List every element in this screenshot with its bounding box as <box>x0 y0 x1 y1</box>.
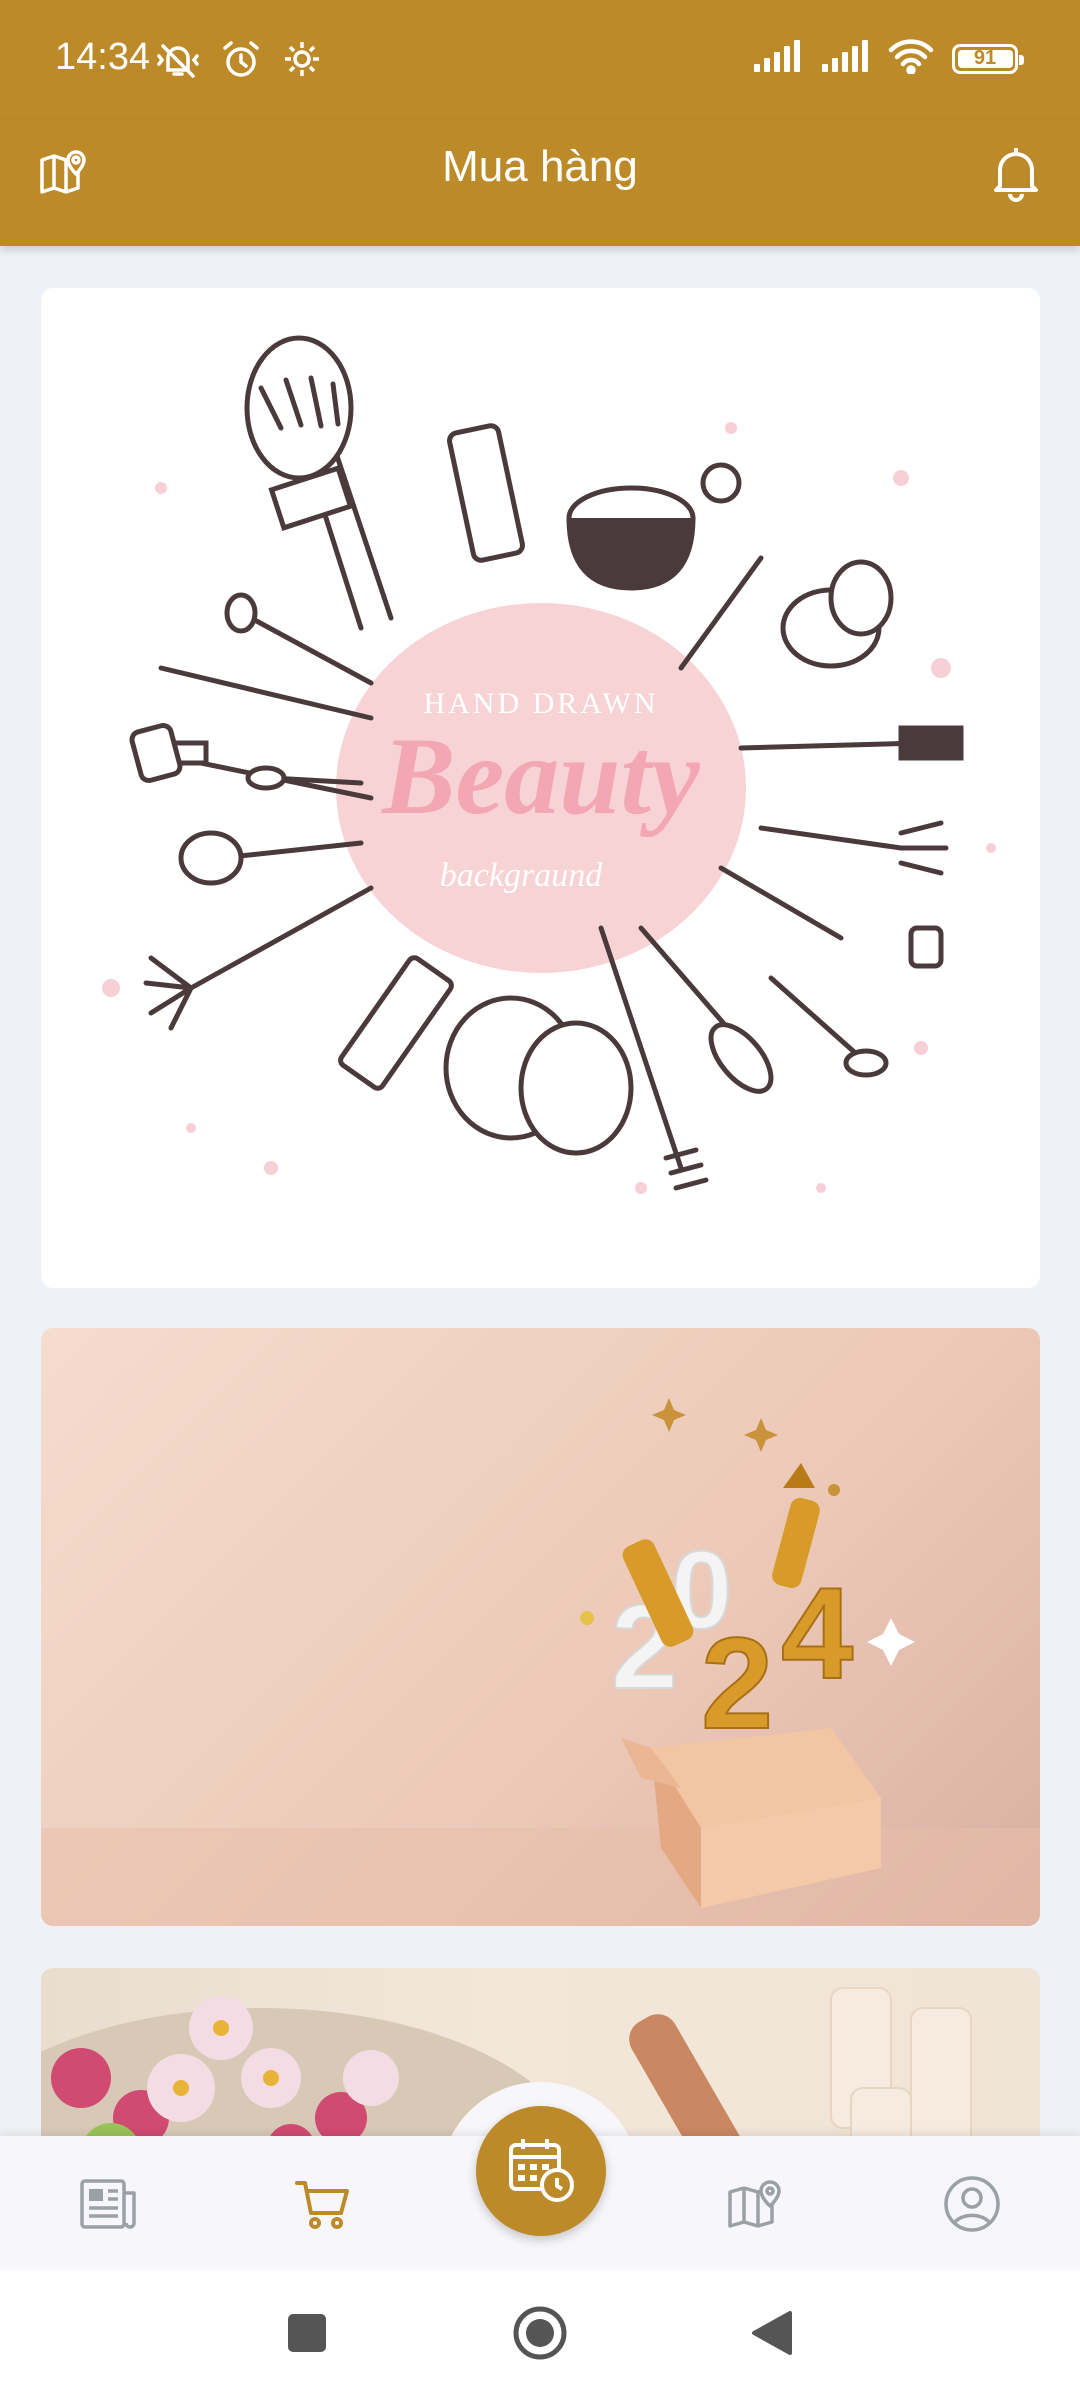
banner-new-year-2024[interactable]: 2 0 2 4 <box>41 1328 1040 1926</box>
new-year-illustration: 2 0 2 4 <box>41 1398 1040 1926</box>
signal-1-icon <box>752 40 802 77</box>
banner-beauty[interactable]: HAND DRAWN Beauty backgraund <box>41 288 1040 1288</box>
map-pin-icon <box>726 2176 786 2237</box>
page-title: Mua hàng <box>442 142 638 191</box>
digit-2-second: 2 <box>701 1610 773 1756</box>
nav-news[interactable] <box>68 2166 148 2246</box>
square-icon <box>286 2312 328 2359</box>
system-navigation <box>0 2270 1080 2400</box>
calendar-clock-icon <box>505 2133 577 2210</box>
status-time: 14:34 <box>55 36 151 78</box>
profile-icon <box>942 2174 1002 2239</box>
home-circle-icon <box>511 2304 569 2367</box>
nav-profile[interactable] <box>932 2166 1012 2246</box>
notifications-button[interactable] <box>980 138 1052 210</box>
nav-shopping[interactable] <box>283 2166 363 2246</box>
signal-2-icon <box>820 40 870 77</box>
battery-icon: 91 <box>952 43 1024 74</box>
beauty-title-text: Beauty <box>380 715 701 837</box>
recents-button[interactable] <box>272 2300 342 2370</box>
alarm-icon <box>219 38 263 89</box>
schedule-fab-button[interactable] <box>476 2106 606 2236</box>
back-triangle-icon <box>750 2309 794 2362</box>
content-feed: HAND DRAWN Beauty backgraund 2 0 2 4 <box>0 246 1080 2136</box>
bell-icon <box>988 142 1044 207</box>
beauty-illustration: HAND DRAWN Beauty backgraund <box>102 335 996 1194</box>
settings-gear-icon <box>281 38 323 89</box>
news-icon <box>78 2177 138 2236</box>
battery-level: 91 <box>973 47 997 69</box>
home-button[interactable] <box>505 2300 575 2370</box>
status-bar: 14:34 91 <box>0 0 1080 120</box>
wifi-icon <box>888 38 934 79</box>
nav-map[interactable] <box>716 2166 796 2246</box>
cart-icon <box>293 2177 353 2236</box>
beauty-script-text: backgraund <box>440 857 603 894</box>
app-bar: Mua hàng <box>0 120 1080 246</box>
mute-vibrate-icon <box>155 38 201 89</box>
back-button[interactable] <box>737 2300 807 2370</box>
